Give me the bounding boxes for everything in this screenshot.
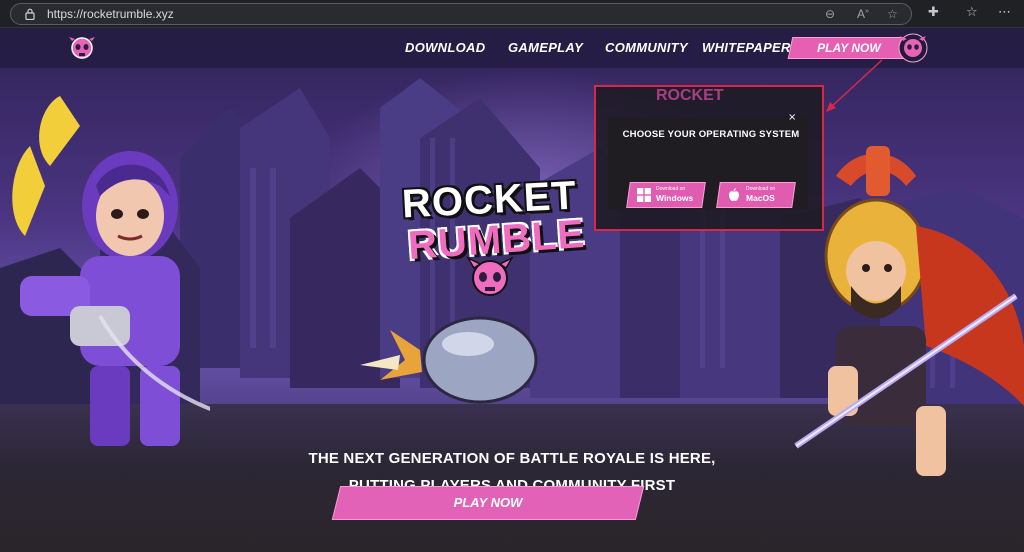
download-windows-button[interactable]: Download on Windows	[626, 182, 706, 208]
page-viewport: DOWNLOAD GAMEPLAY COMMUNITY WHITEPAPER P…	[0, 28, 1024, 552]
nav-download[interactable]: DOWNLOAD	[405, 40, 485, 55]
macos-small-label: Download on	[746, 186, 776, 192]
nav-community[interactable]: COMMUNITY	[605, 40, 688, 55]
more-menu-icon[interactable]: ⋯	[998, 5, 1011, 20]
annotation-arrow	[826, 59, 883, 112]
rocket-illustration	[360, 316, 538, 404]
hero-tagline-line1: THE NEXT GENERATION OF BATTLE ROYALE IS …	[308, 450, 716, 467]
url-text[interactable]: https://rocketrumble.xyz	[47, 7, 174, 21]
apple-icon	[729, 188, 739, 201]
nav-gameplay[interactable]: GAMEPLAY	[508, 40, 583, 55]
nav-whitepaper[interactable]: WHITEPAPER	[702, 40, 791, 55]
hero-play-now-button[interactable]: PLAY NOW	[331, 486, 645, 520]
macos-label: MacOS	[746, 193, 775, 203]
skull-avatar-icon[interactable]	[898, 33, 928, 63]
os-chooser-modal: ROCKET × CHOOSE YOUR OPERATING SYSTEM Do…	[594, 85, 824, 231]
close-icon[interactable]: ×	[788, 112, 796, 123]
female-character-illustration	[12, 96, 210, 446]
read-aloud-icon[interactable]: A»	[857, 7, 869, 21]
download-macos-button[interactable]: Download on MacOS	[716, 182, 796, 208]
windows-label: Windows	[656, 193, 694, 203]
zoom-icon[interactable]: ⊖	[825, 7, 835, 21]
windows-small-label: Download on	[656, 186, 686, 192]
favorites-bar-icon[interactable]: ☆	[966, 5, 978, 20]
windows-icon	[637, 188, 651, 202]
logo-skull-icon	[466, 256, 514, 296]
browser-toolbar: https://rocketrumble.xyz ⊖ A» ☆ ✚ ☆ ⋯	[0, 0, 1024, 28]
modal-title: CHOOSE YOUR OPERATING SYSTEM	[622, 129, 800, 140]
skull-logo-icon[interactable]	[68, 35, 96, 61]
hero-play-now-label: PLAY NOW	[453, 495, 523, 510]
modal-peek-logo: ROCKET	[656, 87, 724, 104]
lock-icon[interactable]	[25, 8, 35, 20]
address-bar[interactable]: https://rocketrumble.xyz ⊖ A» ☆	[10, 3, 912, 25]
favorite-star-icon[interactable]: ☆	[887, 7, 898, 21]
extensions-icon[interactable]: ✚	[928, 5, 939, 20]
